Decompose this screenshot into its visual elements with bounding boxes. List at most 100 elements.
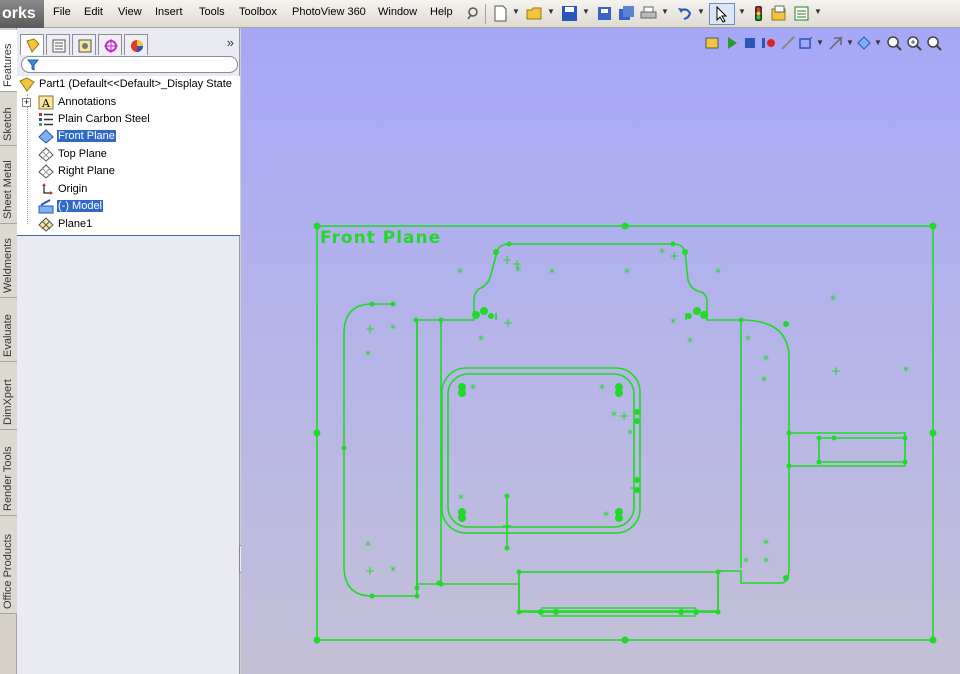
menu-view[interactable]: View: [118, 6, 142, 18]
tab-sketch-label: Sketch: [2, 107, 14, 141]
tree-item-label: Plane1: [58, 218, 93, 230]
svg-text:*: *: [687, 335, 693, 349]
rebuild-icon[interactable]: [750, 5, 767, 22]
plane-icon: [38, 164, 54, 179]
tab-sheet-metal[interactable]: Sheet Metal: [0, 146, 17, 224]
filter-icon: [27, 59, 39, 71]
open-dropdown-arrow[interactable]: ▼: [547, 7, 555, 16]
configurationmanager-tab[interactable]: [72, 34, 96, 55]
tree-item-annotations[interactable]: + A Annotations: [17, 94, 240, 111]
tree-item-label: Front Plane: [57, 130, 116, 142]
printer-icon[interactable]: [640, 5, 657, 22]
centerline-mark[interactable]: [503, 496, 511, 548]
bottom-slot[interactable]: [518, 571, 719, 613]
inner-pocket[interactable]: [447, 373, 635, 528]
tab-weldments[interactable]: Weldments: [0, 224, 17, 298]
top-slot[interactable]: [495, 313, 687, 320]
tab-evaluate[interactable]: Evaluate: [0, 298, 17, 362]
new-dropdown-arrow[interactable]: ▼: [512, 7, 520, 16]
main-body-outline[interactable]: [416, 243, 790, 612]
select-dropdown-arrow[interactable]: ▼: [738, 7, 746, 16]
tab-weldments-label: Weldments: [2, 238, 14, 293]
configurationmanager-icon: [78, 39, 92, 53]
left-slot[interactable]: [343, 303, 418, 597]
material-icon: [39, 113, 53, 126]
graphics-area[interactable]: ▼ ▼ ▼ * * * * * * + * * * + * * * * + * …: [241, 28, 960, 674]
featuremanager-panel: » Part1 (Default<<Default>_Display State…: [17, 28, 240, 674]
right-protrusion[interactable]: [788, 432, 906, 467]
print-icon[interactable]: [596, 5, 613, 22]
print-dropdown-arrow[interactable]: ▼: [661, 7, 669, 16]
svg-text:*: *: [903, 364, 909, 378]
svg-text:*: *: [365, 348, 371, 362]
tab-office-products[interactable]: Office Products: [0, 516, 17, 614]
menu-edit[interactable]: Edit: [84, 6, 103, 18]
options-icon[interactable]: [793, 5, 810, 22]
svg-text:*: *: [365, 539, 371, 553]
tab-features[interactable]: Features: [0, 30, 17, 92]
tree-item-plane1[interactable]: Plane1: [17, 216, 240, 233]
menu-toolbox[interactable]: Toolbox: [239, 6, 277, 18]
menu-window[interactable]: Window: [378, 6, 417, 18]
tree-item-model-sketch[interactable]: (-) Model: [17, 198, 240, 215]
tab-render-tools-label: Render Tools: [2, 446, 14, 511]
tree-item-origin[interactable]: Origin: [17, 181, 240, 198]
svg-text:*: *: [458, 492, 464, 506]
svg-text:*: *: [624, 266, 630, 280]
pushpin-icon[interactable]: [464, 5, 481, 22]
tree-item-label: Top Plane: [58, 148, 107, 160]
undo-dropdown-arrow[interactable]: ▼: [697, 7, 705, 16]
sketch-points: [341, 241, 908, 615]
displaymanager-icon: [131, 40, 143, 52]
tree-item-right-plane[interactable]: Right Plane: [17, 163, 240, 180]
tree-item-top-plane[interactable]: Top Plane: [17, 146, 240, 163]
menu-file[interactable]: File: [53, 6, 71, 18]
save-icon[interactable]: [561, 5, 578, 22]
command-manager-tabs: Features Sketch Sheet Metal Weldments Ev…: [0, 28, 17, 674]
dimxpertmanager-tab[interactable]: [98, 34, 122, 55]
featuremanager-tab[interactable]: [20, 34, 44, 55]
svg-text:*: *: [390, 322, 396, 336]
svg-text:+: +: [365, 564, 375, 578]
file-properties-icon[interactable]: [770, 5, 787, 22]
svg-text:*: *: [457, 266, 463, 280]
tree-item-front-plane[interactable]: Front Plane: [17, 128, 240, 145]
svg-text:+: +: [669, 249, 679, 263]
tab-features-label: Features: [2, 43, 14, 87]
svg-text:+: +: [619, 409, 629, 423]
panel-expand-chevron-icon[interactable]: »: [227, 35, 234, 50]
save-all-icon[interactable]: [618, 5, 635, 22]
front-plane-label: Front Plane: [320, 228, 442, 248]
expand-plus-icon[interactable]: +: [22, 98, 31, 107]
svg-text:+: +: [831, 364, 841, 378]
tree-root-part[interactable]: Part1 (Default<<Default>_Display State: [17, 76, 240, 93]
menu-insert[interactable]: Insert: [155, 6, 183, 18]
svg-text:*: *: [627, 427, 633, 441]
feature-filter-input[interactable]: [21, 56, 238, 73]
tab-render-tools[interactable]: Render Tools: [0, 430, 17, 516]
select-button[interactable]: [709, 3, 735, 25]
tree-item-label: Plain Carbon Steel: [58, 113, 150, 125]
sketch-geometry[interactable]: * * * * * * + * * * + * * * * + * * * + * * * + * * * * + * *…: [241, 28, 960, 674]
menu-photoview-360[interactable]: PhotoView 360: [292, 6, 366, 18]
new-document-icon[interactable]: [492, 5, 509, 22]
tree-item-label: Right Plane: [58, 165, 115, 177]
menu-bar: orks File Edit View Insert Tools Toolbox…: [0, 0, 960, 28]
options-dropdown-arrow[interactable]: ▼: [814, 7, 822, 16]
svg-text:*: *: [763, 537, 769, 551]
svg-text:+: +: [502, 253, 512, 267]
svg-text:*: *: [390, 564, 396, 578]
tree-item-material[interactable]: Plain Carbon Steel: [17, 111, 240, 128]
propertymanager-tab[interactable]: [46, 34, 70, 55]
open-folder-icon[interactable]: [526, 5, 543, 22]
menu-tools[interactable]: Tools: [199, 6, 225, 18]
menu-help[interactable]: Help: [430, 6, 453, 18]
displaymanager-tab[interactable]: [124, 34, 148, 55]
left-inner-line[interactable]: [416, 320, 442, 588]
app-logo[interactable]: orks: [0, 0, 44, 28]
svg-text:*: *: [763, 555, 769, 569]
tab-dimxpert[interactable]: DimXpert: [0, 362, 17, 430]
save-dropdown-arrow[interactable]: ▼: [582, 7, 590, 16]
tab-sketch[interactable]: Sketch: [0, 92, 17, 146]
undo-icon[interactable]: [676, 5, 693, 22]
